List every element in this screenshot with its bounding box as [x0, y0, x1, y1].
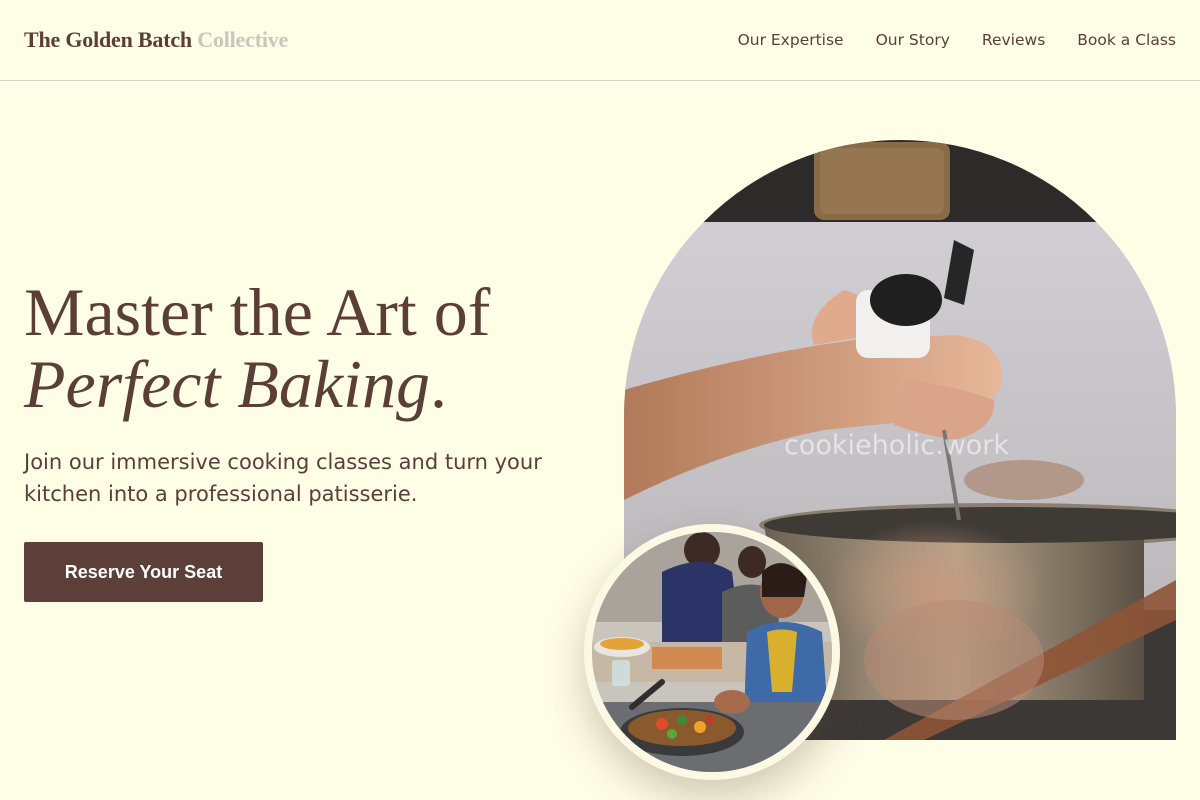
main-image-watermark: cookieholic.work [784, 430, 1010, 461]
nav-link-reviews[interactable]: Reviews [982, 31, 1045, 49]
hero-subtitle: Join our immersive cooking classes and t… [24, 450, 542, 506]
brand-name-secondary: Collective [197, 27, 289, 52]
brand-name-primary: The Golden Batch [24, 27, 192, 52]
hero-title-italic: Perfect Baking [24, 346, 430, 422]
site-header: The Golden Batch Collective Our Expertis… [0, 0, 1200, 81]
hero-title: Master the Art of Perfect Baking. [24, 276, 584, 420]
hero-secondary-image [584, 524, 840, 780]
nav-link-book-a-class[interactable]: Book a Class [1077, 31, 1176, 49]
nav-link-our-story[interactable]: Our Story [876, 31, 950, 49]
hero-title-punct: . [429, 346, 447, 422]
brand-logo[interactable]: The Golden Batch Collective [24, 27, 288, 53]
hero-title-line1: Master the Art of [24, 274, 491, 350]
cooking-class-photo [592, 532, 832, 772]
main-nav: Our Expertise Our Story Reviews Book a C… [738, 31, 1176, 49]
nav-link-our-expertise[interactable]: Our Expertise [738, 31, 844, 49]
hero-title-line2: Perfect Baking. [24, 348, 584, 420]
reserve-seat-button[interactable]: Reserve Your Seat [24, 542, 263, 602]
